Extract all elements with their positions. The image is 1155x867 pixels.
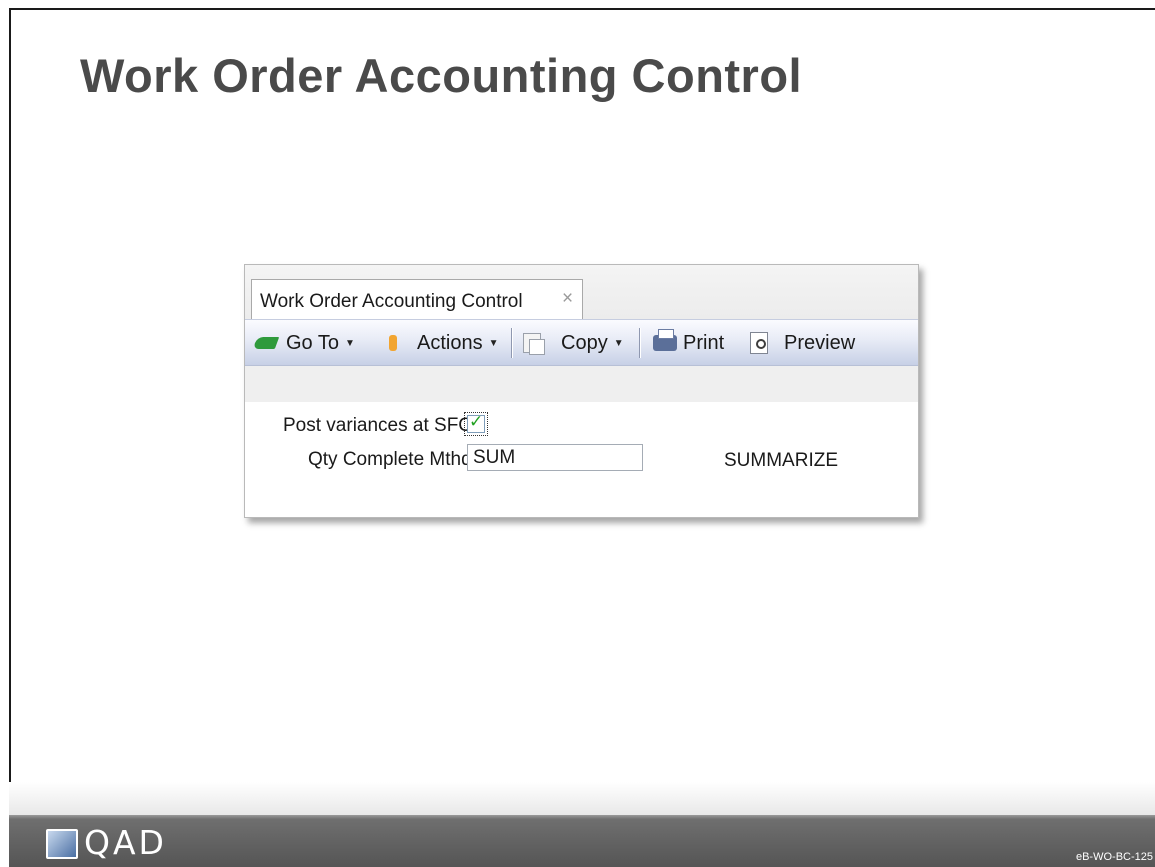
preview-button[interactable]: Preview <box>750 330 855 356</box>
print-label: Print <box>683 331 725 354</box>
chevron-down-icon: ▼ <box>613 337 624 349</box>
copy-button[interactable]: Copy ▼ <box>523 330 624 356</box>
app-window: Work Order Accounting Control × Go To ▼ … <box>244 264 919 518</box>
chevron-down-icon: ▼ <box>488 337 499 349</box>
qty-complete-method-field[interactable] <box>467 444 643 471</box>
toolbar-separator <box>511 328 513 358</box>
toolbar-separator <box>639 328 641 358</box>
qty-complete-label: Qty Complete Mthd: <box>308 449 477 470</box>
copy-icon <box>523 333 545 355</box>
footer-fade <box>9 782 1155 815</box>
post-variances-checkbox[interactable]: ✓ <box>464 412 488 436</box>
header-band <box>245 366 918 402</box>
toolbar: Go To ▼ Actions ▼ Copy ▼ Print Preview <box>245 320 918 366</box>
footer: QAD eB-WO-BC-125 <box>9 815 1155 867</box>
go-to-arrow-icon <box>252 337 280 349</box>
print-button[interactable]: Print <box>653 329 725 356</box>
close-icon[interactable]: × <box>562 288 573 310</box>
qty-complete-description: SUMMARIZE <box>724 450 838 471</box>
qad-logo-text: QAD <box>84 823 167 862</box>
actions-icon <box>389 335 397 351</box>
tab-strip: Work Order Accounting Control × <box>245 265 918 320</box>
slide-id: eB-WO-BC-125 <box>1075 851 1153 863</box>
copy-label: Copy <box>561 331 608 354</box>
checkmark-icon: ✓ <box>469 412 484 431</box>
go-to-button[interactable]: Go To ▼ <box>252 330 355 356</box>
qad-logo-icon <box>46 829 78 859</box>
post-variances-label: Post variances at SFC: <box>283 415 478 436</box>
actions-label: Actions <box>417 331 483 354</box>
preview-label: Preview <box>784 331 856 354</box>
chevron-down-icon: ▼ <box>345 337 355 349</box>
printer-icon <box>653 329 677 351</box>
go-to-label: Go To <box>286 331 339 354</box>
tab-label: Work Order Accounting Control <box>260 291 523 312</box>
slide-title: Work Order Accounting Control <box>80 49 803 102</box>
preview-icon <box>750 332 768 354</box>
actions-button[interactable]: Actions ▼ <box>381 330 499 356</box>
tab-work-order-accounting-control[interactable]: Work Order Accounting Control × <box>251 279 583 319</box>
